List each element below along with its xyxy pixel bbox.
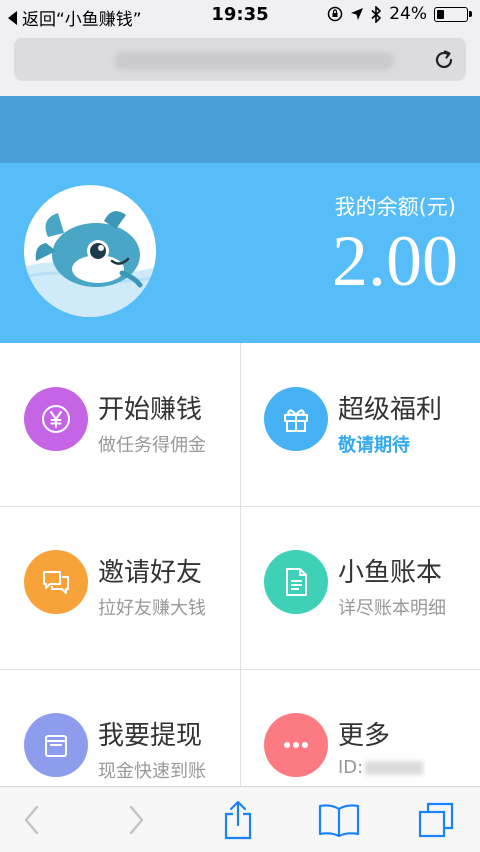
- header-band: [0, 96, 480, 163]
- wallet-icon: [45, 735, 67, 757]
- menu-icon-circle: [24, 550, 88, 614]
- menu-grid: 开始赚钱 做任务得佣金 超级福利 敬请期待 邀请好友 拉好友赚大钱 小鱼账本 详…: [0, 343, 480, 786]
- share-button[interactable]: [218, 799, 258, 841]
- menu-subtitle: ID:: [338, 757, 424, 778]
- balance-panel: 我的余额(元) 2.00: [0, 163, 480, 343]
- forward-button[interactable]: [116, 799, 156, 841]
- menu-subtitle: 详尽账本明细: [338, 598, 446, 619]
- tabs-icon: [418, 802, 454, 838]
- chevron-right-icon: [129, 805, 144, 835]
- menu-item-start-earning[interactable]: 开始赚钱 做任务得佣金: [0, 343, 240, 506]
- balance-value: 2.00: [332, 221, 458, 301]
- menu-title: 小鱼账本: [338, 558, 443, 588]
- menu-item-ledger[interactable]: 小鱼账本 详尽账本明细: [240, 506, 480, 669]
- dolphin-mascot-icon: [24, 211, 156, 317]
- battery-icon: [434, 6, 472, 22]
- chevron-left-icon: [24, 805, 39, 835]
- gift-icon: [284, 409, 308, 432]
- browser-header: [0, 30, 480, 96]
- menu-icon-circle: [24, 387, 88, 451]
- status-bar: 返回“小鱼赚钱” 19:35 24%: [0, 0, 480, 30]
- more-icon: [284, 742, 308, 748]
- menu-icon-circle: [264, 387, 328, 451]
- menu-item-super-welfare[interactable]: 超级福利 敬请期待: [240, 343, 480, 506]
- balance-label: 我的余额(元): [334, 195, 456, 219]
- user-id-redacted: [365, 761, 424, 775]
- menu-icon-circle: [264, 550, 328, 614]
- url-text-redacted: [114, 52, 394, 70]
- document-icon: [286, 568, 307, 596]
- bluetooth-icon: [371, 5, 382, 23]
- menu-icon-circle: [24, 713, 88, 777]
- menu-title: 邀请好友: [98, 558, 203, 588]
- share-icon: [224, 800, 252, 840]
- menu-title: 我要提现: [98, 721, 203, 751]
- book-icon: [318, 804, 360, 837]
- menu-title: 超级福利: [338, 395, 443, 425]
- location-icon: [351, 8, 364, 20]
- user-id-label: ID:: [338, 757, 364, 778]
- menu-title: 更多: [338, 721, 391, 751]
- reload-icon[interactable]: [432, 48, 456, 72]
- chat-icon: [43, 571, 69, 594]
- tabs-button[interactable]: [416, 799, 456, 841]
- menu-subtitle: 做任务得佣金: [98, 435, 206, 456]
- orientation-lock-icon: [327, 6, 343, 22]
- avatar: [24, 185, 156, 317]
- menu-subtitle: 现金快速到账: [98, 761, 206, 782]
- menu-icon-circle: [264, 713, 328, 777]
- battery-percent: 24%: [389, 4, 427, 24]
- menu-subtitle: 敬请期待: [338, 435, 410, 456]
- browser-toolbar: [0, 786, 480, 852]
- menu-item-invite-friends[interactable]: 邀请好友 拉好友赚大钱: [0, 506, 240, 669]
- menu-title: 开始赚钱: [98, 395, 203, 425]
- yen-icon: [42, 405, 70, 433]
- back-button[interactable]: [12, 799, 52, 841]
- url-field[interactable]: [14, 38, 466, 81]
- bookmarks-button[interactable]: [316, 799, 362, 841]
- status-icons: 24%: [327, 4, 472, 24]
- battery-fill: [437, 9, 444, 19]
- menu-subtitle: 拉好友赚大钱: [98, 598, 206, 619]
